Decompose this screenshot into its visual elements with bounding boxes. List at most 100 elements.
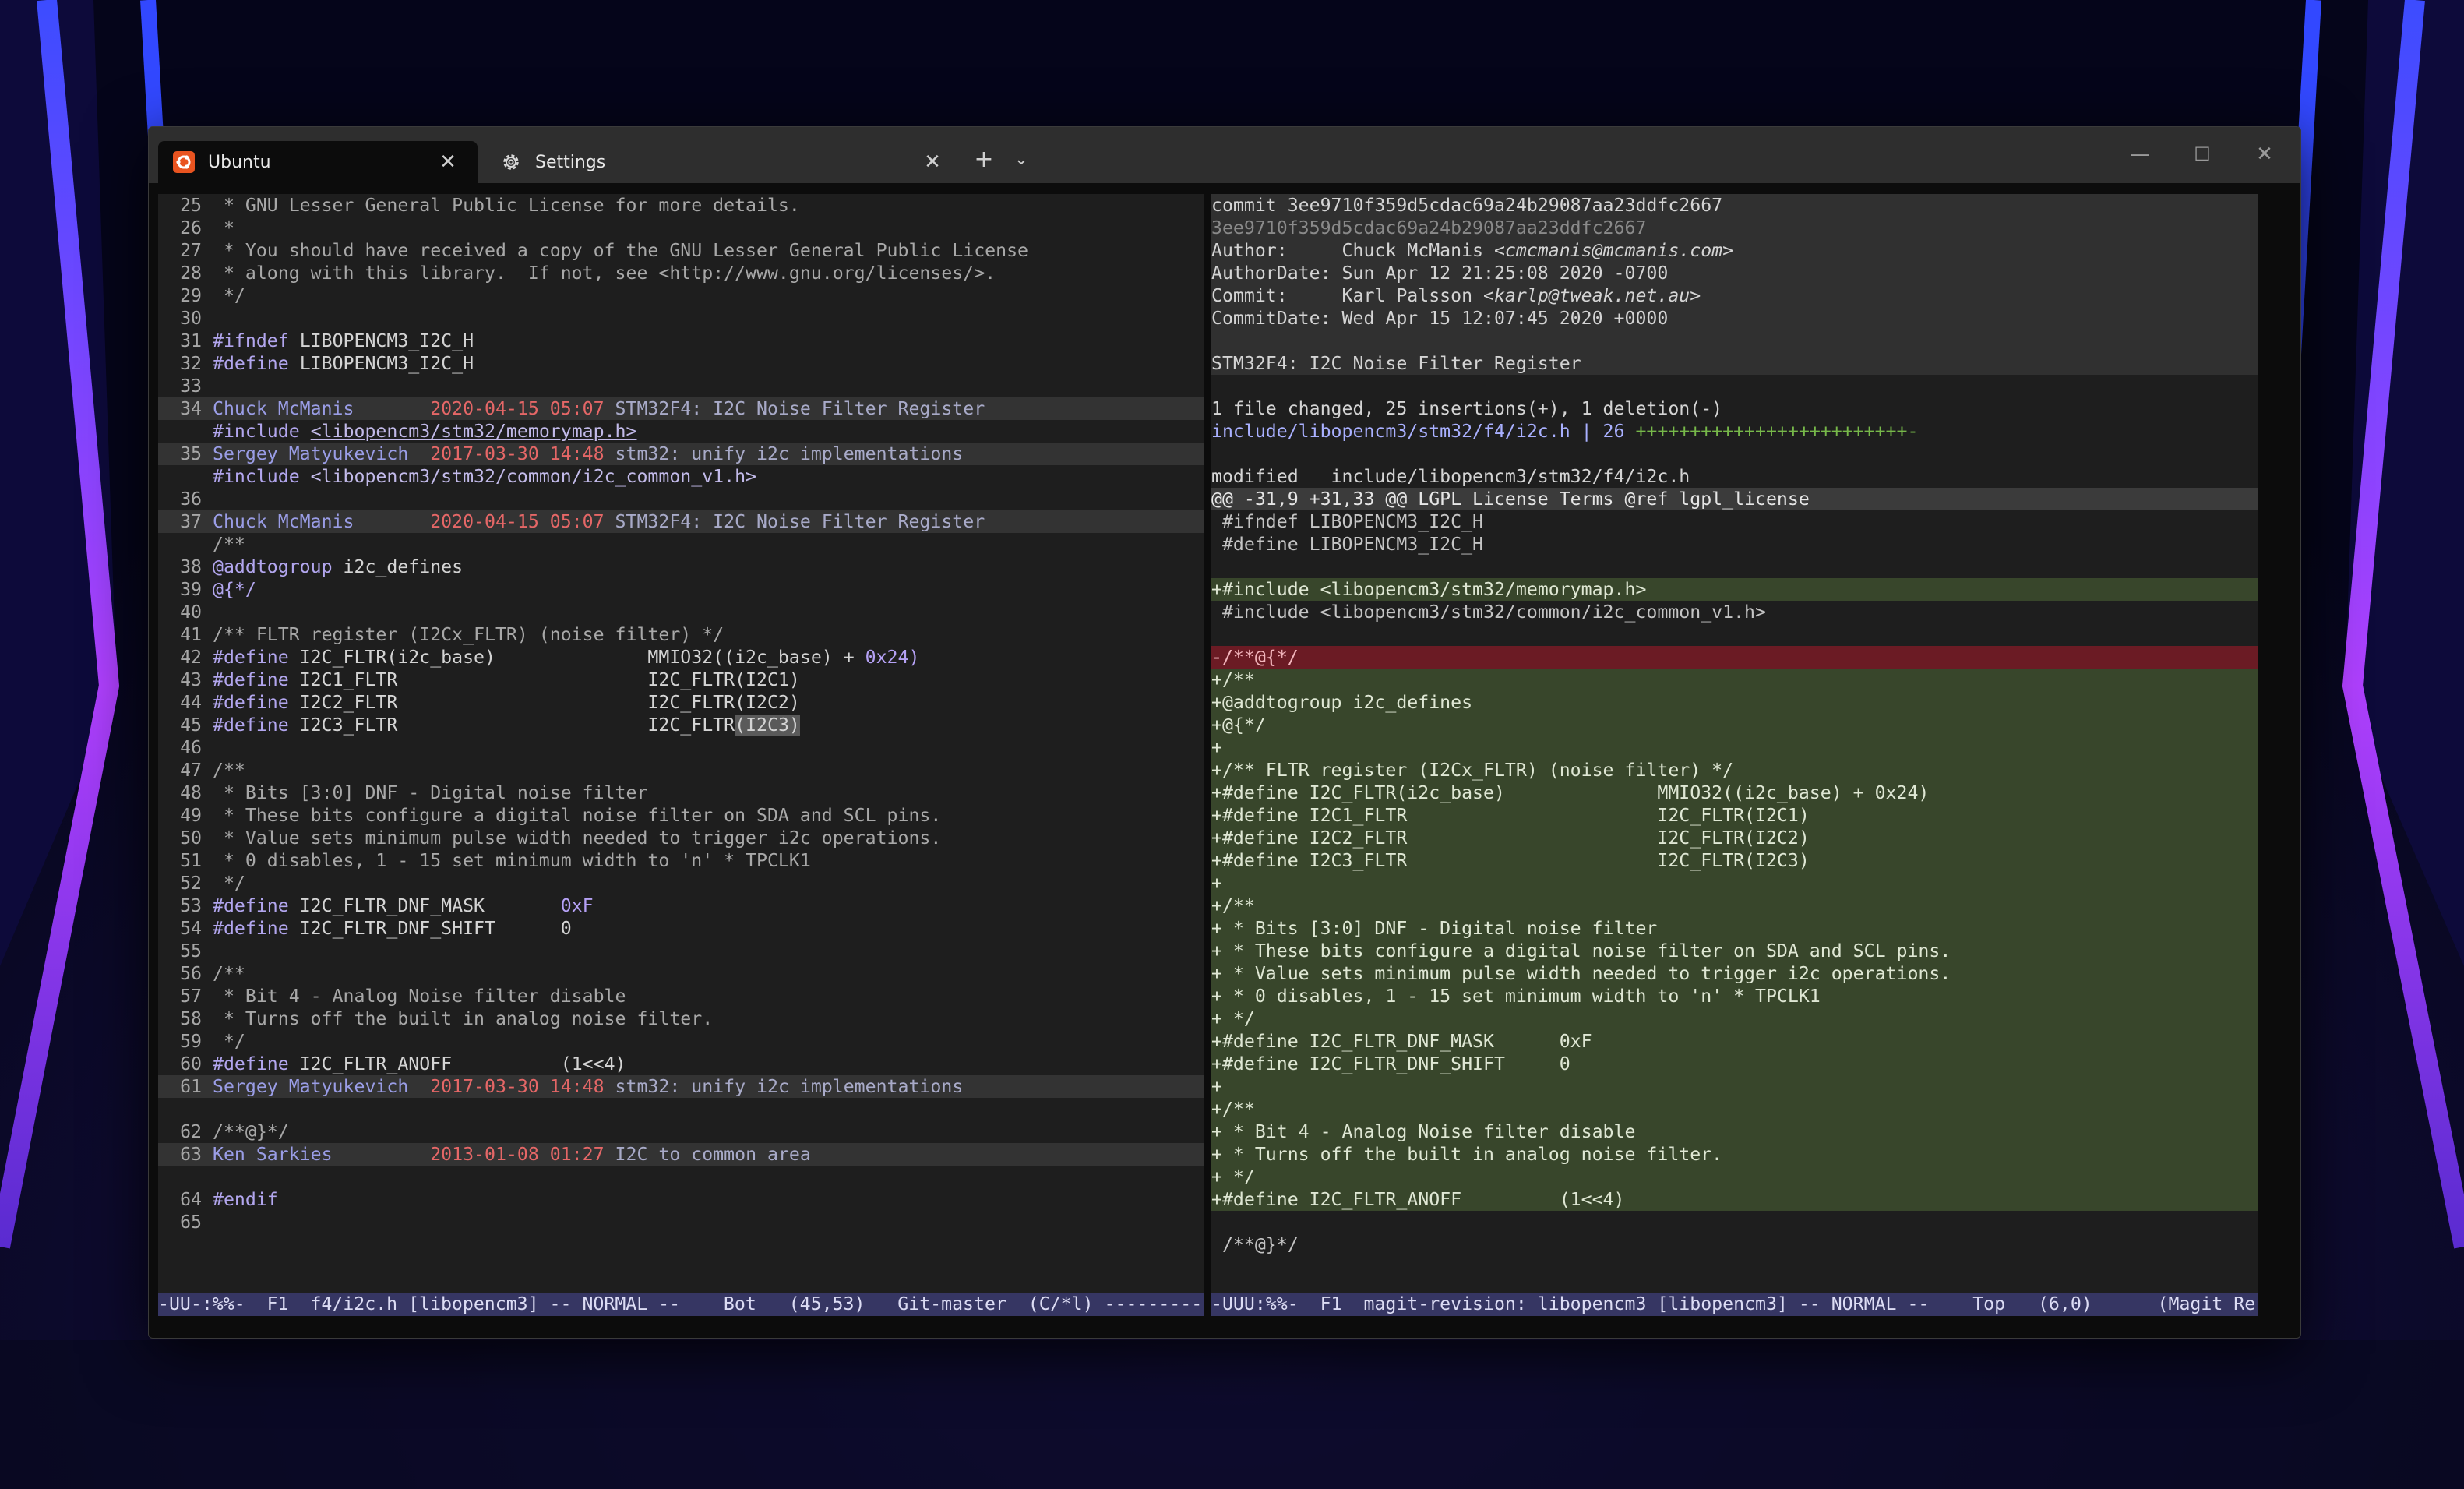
code-line[interactable] (158, 1166, 1204, 1188)
diff-removed-line[interactable]: -/**@{*/ (1211, 646, 2258, 669)
revision-line[interactable]: 3ee9710f359d5cdac69a24b29087aa23ddfc2667 (1211, 217, 2258, 239)
diff-added-line[interactable]: +#define I2C1_FLTR I2C_FLTR(I2C1) (1211, 804, 2258, 827)
diff-added-line[interactable]: + */ (1211, 1007, 2258, 1030)
diff-added-line[interactable]: + (1211, 1075, 2258, 1098)
revision-line[interactable]: #define LIBOPENCM3_I2C_H (1211, 533, 2258, 556)
revision-line[interactable] (1211, 443, 2258, 465)
revision-line[interactable] (1211, 1211, 2258, 1233)
diff-added-line[interactable]: +#define I2C_FLTR(i2c_base) MMIO32((i2c_… (1211, 782, 2258, 804)
revision-line[interactable] (1211, 375, 2258, 397)
chevron-down-icon[interactable]: ⌄ (1006, 144, 1037, 175)
revision-line[interactable]: commit 3ee9710f359d5cdac69a24b29087aa23d… (1211, 194, 2258, 217)
revision-line[interactable]: /**@}*/ (1211, 1233, 2258, 1256)
code-line[interactable]: 38 @addtogroup i2c_defines (158, 556, 1204, 578)
editor-pane-left[interactable]: 25 * GNU Lesser General Public License f… (158, 194, 1204, 1293)
revision-line[interactable]: CommitDate: Wed Apr 15 12:07:45 2020 +00… (1211, 307, 2258, 330)
blame-header-line[interactable]: 35 Sergey Matyukevich 2017-03-30 14:48 st… (158, 443, 1204, 465)
diff-added-line[interactable]: +@addtogroup i2c_defines (1211, 691, 2258, 714)
code-line[interactable]: 62/**@}*/ (158, 1120, 1204, 1143)
code-line[interactable]: 33 (158, 375, 1204, 397)
revision-line[interactable] (1211, 556, 2258, 578)
diff-added-line[interactable]: + * 0 disables, 1 - 15 set minimum width… (1211, 985, 2258, 1007)
diff-added-line[interactable]: + * Bit 4 - Analog Noise filter disable (1211, 1120, 2258, 1143)
diff-added-line[interactable]: +@{*/ (1211, 714, 2258, 736)
code-line[interactable]: 25 * GNU Lesser General Public License f… (158, 194, 1204, 217)
revision-line[interactable] (1211, 330, 2258, 352)
diff-added-line[interactable]: +#define I2C_FLTR_ANOFF (1<<4) (1211, 1188, 2258, 1211)
code-line[interactable]: 49 * These bits configure a digital nois… (158, 804, 1204, 827)
diff-added-line[interactable]: +#define I2C3_FLTR I2C_FLTR(I2C3) (1211, 849, 2258, 872)
revision-line[interactable]: Commit: Karl Palsson <karlp@tweak.net.au… (1211, 284, 2258, 307)
diff-added-line[interactable]: + * Value sets minimum pulse width neede… (1211, 962, 2258, 985)
code-line[interactable]: 29 */ (158, 284, 1204, 307)
blame-header-line[interactable]: 61 Sergey Matyukevich 2017-03-30 14:48 st… (158, 1075, 1204, 1098)
blame-header-line[interactable]: 37 Chuck McManis 2020-04-15 05:07 STM32F4… (158, 510, 1204, 533)
code-line[interactable]: #include <libopencm3/stm32/memorymap.h> (158, 420, 1204, 443)
diff-added-line[interactable]: +/** (1211, 669, 2258, 691)
code-line[interactable]: 32 #define LIBOPENCM3_I2C_H (158, 352, 1204, 375)
revision-line[interactable]: STM32F4: I2C Noise Filter Register (1211, 352, 2258, 375)
code-line[interactable]: 36 (158, 488, 1204, 510)
diff-added-line[interactable]: +#include <libopencm3/stm32/memorymap.h> (1211, 578, 2258, 601)
revision-line[interactable]: include/libopencm3/stm32/f4/i2c.h | 26 +… (1211, 420, 2258, 443)
code-line[interactable]: 48 * Bits [3:0] DNF - Digital noise filt… (158, 782, 1204, 804)
tab-settings[interactable]: Settings ✕ (485, 141, 962, 183)
revision-line[interactable]: #ifndef LIBOPENCM3_I2C_H (1211, 510, 2258, 533)
code-line[interactable]: 60 #define I2C_FLTR_ANOFF (1<<4) (158, 1053, 1204, 1075)
code-line[interactable]: 39 @{*/ (158, 578, 1204, 601)
revision-line[interactable]: AuthorDate: Sun Apr 12 21:25:08 2020 -07… (1211, 262, 2258, 284)
code-line[interactable]: 26 * (158, 217, 1204, 239)
revision-line[interactable] (1211, 623, 2258, 646)
code-line[interactable] (158, 1098, 1204, 1120)
close-tab-icon[interactable]: ✕ (435, 150, 460, 175)
diff-added-line[interactable]: + * Bits [3:0] DNF - Digital noise filte… (1211, 917, 2258, 940)
code-line[interactable]: 47/** (158, 759, 1204, 782)
code-line[interactable]: 55 (158, 940, 1204, 962)
code-line[interactable]: 40 (158, 601, 1204, 623)
revision-line[interactable]: 1 file changed, 25 insertions(+), 1 dele… (1211, 397, 2258, 420)
code-line[interactable]: 45 #define I2C3_FLTR I2C_FLTR(I2C3) (158, 714, 1204, 736)
code-line[interactable]: #include <libopencm3/stm32/common/i2c_co… (158, 465, 1204, 488)
new-tab-plus-icon[interactable]: + (968, 144, 999, 175)
diff-added-line[interactable]: +#define I2C_FLTR_DNF_MASK 0xF (1211, 1030, 2258, 1053)
diff-hunk-header[interactable]: @@ -31,9 +31,33 @@ LGPL License Terms @r… (1211, 488, 2258, 510)
code-line[interactable]: 58 * Turns off the built in analog noise… (158, 1007, 1204, 1030)
code-line[interactable]: 46 (158, 736, 1204, 759)
diff-added-line[interactable]: +#define I2C2_FLTR I2C_FLTR(I2C2) (1211, 827, 2258, 849)
revision-line[interactable]: Author: Chuck McManis <cmcmanis@mcmanis.… (1211, 239, 2258, 262)
magit-revision-pane[interactable]: commit 3ee9710f359d5cdac69a24b29087aa23d… (1211, 194, 2258, 1293)
diff-added-line[interactable]: +#define I2C_FLTR_DNF_SHIFT 0 (1211, 1053, 2258, 1075)
code-line[interactable]: 54 #define I2C_FLTR_DNF_SHIFT 0 (158, 917, 1204, 940)
code-line[interactable]: 27 * You should have received a copy of … (158, 239, 1204, 262)
code-line[interactable]: 52 */ (158, 872, 1204, 894)
diff-added-line[interactable]: + * Turns off the built in analog noise … (1211, 1143, 2258, 1166)
code-line[interactable]: 65 (158, 1211, 1204, 1233)
diff-added-line[interactable]: + * These bits configure a digital noise… (1211, 940, 2258, 962)
code-line[interactable]: 42 #define I2C_FLTR(i2c_base) MMIO32((i2c… (158, 646, 1204, 669)
minibuffer[interactable] (158, 1316, 2258, 1338)
terminal-content[interactable]: 25 * GNU Lesser General Public License f… (149, 183, 2300, 1338)
diff-added-line[interactable]: + */ (1211, 1166, 2258, 1188)
code-line[interactable]: 41/** FLTR register (I2Cx_FLTR) (noise f… (158, 623, 1204, 646)
diff-added-line[interactable]: + (1211, 872, 2258, 894)
revision-line[interactable]: modified include/libopencm3/stm32/f4/i2c… (1211, 465, 2258, 488)
diff-added-line[interactable]: +/** (1211, 1098, 2258, 1120)
code-line[interactable]: 53 #define I2C_FLTR_DNF_MASK 0xF (158, 894, 1204, 917)
code-line[interactable]: 57 * Bit 4 - Analog Noise filter disable (158, 985, 1204, 1007)
blame-header-line[interactable]: 34 Chuck McManis 2020-04-15 05:07 STM32F4… (158, 397, 1204, 420)
close-tab-icon[interactable]: ✕ (920, 150, 945, 175)
code-line[interactable]: 44 #define I2C2_FLTR I2C_FLTR(I2C2) (158, 691, 1204, 714)
diff-added-line[interactable]: +/** (1211, 894, 2258, 917)
code-line[interactable]: 31 #ifndef LIBOPENCM3_I2C_H (158, 330, 1204, 352)
code-line[interactable]: 50 * Value sets minimum pulse width need… (158, 827, 1204, 849)
code-line[interactable]: 56/** (158, 962, 1204, 985)
revision-line[interactable]: #include <libopencm3/stm32/common/i2c_co… (1211, 601, 2258, 623)
tab-ubuntu[interactable]: Ubuntu ✕ (158, 141, 478, 183)
code-line[interactable]: 30 (158, 307, 1204, 330)
close-window-icon[interactable]: ✕ (2241, 135, 2288, 174)
diff-added-line[interactable]: + (1211, 736, 2258, 759)
diff-added-line[interactable]: +/** FLTR register (I2Cx_FLTR) (noise fi… (1211, 759, 2258, 782)
code-line[interactable]: 59 */ (158, 1030, 1204, 1053)
code-line[interactable]: /** (158, 533, 1204, 556)
code-line[interactable]: 28 * along with this library. If not, se… (158, 262, 1204, 284)
